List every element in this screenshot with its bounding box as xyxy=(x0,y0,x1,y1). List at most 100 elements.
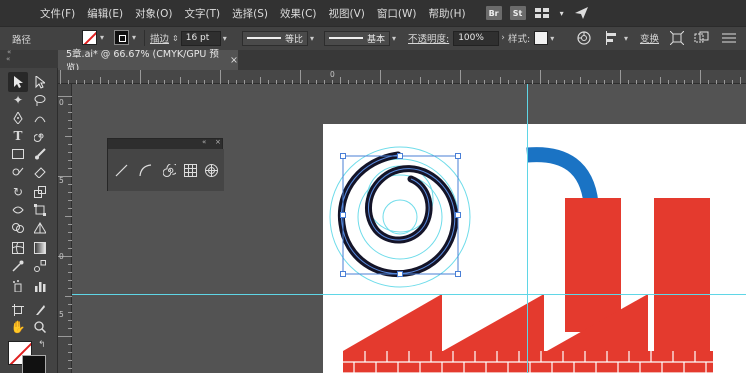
chevron-down-icon[interactable]: ▾ xyxy=(392,34,396,43)
tearoff-toolbar-panel[interactable]: « × xyxy=(107,138,224,191)
selection-handle[interactable] xyxy=(340,271,346,277)
recolor-button[interactable] xyxy=(577,26,591,50)
ruler-number: 0 xyxy=(59,252,64,261)
vertical-ruler[interactable]: 0 5 0 5 xyxy=(58,84,72,373)
blend-tool-icon[interactable] xyxy=(30,256,50,276)
menu-effect[interactable]: 效果(C) xyxy=(274,6,323,21)
stroke-dropdown-icon[interactable]: ▾ xyxy=(132,33,136,42)
direct-selection-tool-icon[interactable] xyxy=(30,72,50,92)
magic-wand-tool-icon[interactable]: ✦ xyxy=(8,90,28,110)
arc-tool-icon[interactable] xyxy=(138,163,152,177)
symbol-sprayer-tool-icon[interactable] xyxy=(8,276,28,296)
type-tool-icon[interactable]: T xyxy=(8,126,28,146)
variable-width-profile[interactable]: 等比 ▾ xyxy=(242,26,314,50)
graphic-style-swatch[interactable] xyxy=(534,31,549,45)
swap-colors-icon[interactable]: ↰ xyxy=(38,340,46,350)
paintbrush-tool-icon[interactable] xyxy=(30,144,50,164)
selection-handle[interactable] xyxy=(340,153,346,159)
selection-tool-icon[interactable] xyxy=(8,72,28,92)
chevron-down-icon[interactable]: ▾ xyxy=(558,7,566,19)
shaper-tool-icon[interactable] xyxy=(8,162,28,182)
collapse-icon[interactable]: « xyxy=(6,55,10,63)
rectangle-tool-icon[interactable] xyxy=(8,144,28,164)
menu-file[interactable]: 文件(F) xyxy=(34,6,81,21)
menu-button[interactable] xyxy=(722,26,736,50)
document-tab[interactable]: 5章.ai* @ 66.67% (CMYK/GPU 预览) × xyxy=(58,49,238,74)
chevron-down-icon[interactable]: ▾ xyxy=(310,34,314,43)
stroke-color-swatch[interactable] xyxy=(22,355,46,373)
stroke-label[interactable]: 描边 xyxy=(150,31,169,45)
profile-label: 等比 xyxy=(284,34,303,45)
stock-button[interactable]: St xyxy=(509,6,526,20)
menu-help[interactable]: 帮助(H) xyxy=(423,6,472,21)
gradient-tool-icon[interactable] xyxy=(30,238,50,258)
eraser-tool-icon[interactable] xyxy=(30,162,50,182)
selection-handle[interactable] xyxy=(397,153,403,159)
selection-handle[interactable] xyxy=(455,153,461,159)
lasso-tool-icon[interactable] xyxy=(30,90,50,110)
polar-grid-tool-icon[interactable] xyxy=(204,163,218,177)
panel-header[interactable]: « × xyxy=(108,138,222,149)
document-tab-bar: 5章.ai* @ 66.67% (CMYK/GPU 预览) × xyxy=(58,49,746,74)
hand-tool-icon[interactable]: ✋ xyxy=(8,317,28,337)
selection-handle[interactable] xyxy=(340,212,346,218)
transform-button[interactable]: 变换 xyxy=(640,26,659,50)
fill-dropdown-icon[interactable]: ▾ xyxy=(100,33,104,42)
selection-handle[interactable] xyxy=(455,271,461,277)
menu-select[interactable]: 选择(S) xyxy=(226,6,274,21)
style-label: 样式: xyxy=(508,34,531,45)
zoom-tool-icon[interactable] xyxy=(30,317,50,337)
panel-menu-icon xyxy=(722,33,736,43)
stepper-icon[interactable]: ⇕ xyxy=(172,34,179,43)
align-button[interactable]: ▾ xyxy=(606,26,628,50)
stroke-swatch[interactable] xyxy=(114,30,129,45)
close-icon[interactable]: × xyxy=(215,138,221,146)
scale-tool-icon[interactable] xyxy=(30,182,50,202)
opacity-label[interactable]: 不透明度: xyxy=(408,31,449,45)
close-icon[interactable]: × xyxy=(230,55,238,66)
opacity-field[interactable]: 100% xyxy=(453,30,500,46)
horizontal-ruler[interactable]: 0 xyxy=(58,70,746,84)
brush-definition[interactable]: 基本 ▾ xyxy=(324,26,396,50)
line-segment-tool-icon[interactable] xyxy=(114,163,128,177)
shape-builder-button[interactable] xyxy=(694,26,710,50)
mesh-tool-icon[interactable] xyxy=(8,238,28,258)
spiral-tool-icon[interactable] xyxy=(30,126,50,146)
width-tool-icon[interactable] xyxy=(8,200,28,220)
selection-handle[interactable] xyxy=(397,271,403,277)
isolate-button[interactable] xyxy=(670,26,684,50)
chevron-right-icon[interactable]: › xyxy=(501,33,505,43)
shape-builder-tool-icon[interactable] xyxy=(8,218,28,238)
rectangular-grid-tool-icon[interactable] xyxy=(183,163,197,177)
profile-preview: 等比 xyxy=(242,30,308,46)
spiral-tool-icon[interactable] xyxy=(162,163,176,177)
collapse-icon[interactable]: « xyxy=(202,138,206,146)
menu-view[interactable]: 视图(V) xyxy=(323,6,371,21)
send-icon[interactable] xyxy=(574,7,590,19)
style-group: 样式: ▾ xyxy=(508,26,554,50)
chevron-down-icon[interactable]: ▾ xyxy=(550,34,554,43)
divider xyxy=(144,30,145,46)
menu-window[interactable]: 窗口(W) xyxy=(371,6,423,21)
pen-tool-icon[interactable] xyxy=(8,108,28,128)
workspace-grid-icon[interactable] xyxy=(534,7,550,19)
bridge-button[interactable]: Br xyxy=(485,6,502,20)
free-transform-tool-icon[interactable] xyxy=(30,200,50,220)
app-badges: Br St ▾ xyxy=(485,6,590,20)
selection-handle[interactable] xyxy=(455,212,461,218)
ruler-number: 5 xyxy=(59,176,64,185)
canvas[interactable]: « × xyxy=(72,84,746,373)
stroke-weight-field[interactable]: 16 pt xyxy=(180,30,221,46)
curvature-tool-icon[interactable] xyxy=(30,108,50,128)
toolbar-handle[interactable]: « xyxy=(0,55,58,68)
menu-type[interactable]: 文字(T) xyxy=(179,6,227,21)
perspective-grid-tool-icon[interactable] xyxy=(30,218,50,238)
fill-swatch[interactable] xyxy=(82,30,97,45)
menu-edit[interactable]: 编辑(E) xyxy=(81,6,129,21)
menu-object[interactable]: 对象(O) xyxy=(129,6,178,21)
rotate-tool-icon[interactable]: ↻ xyxy=(8,182,28,202)
chevron-down-icon[interactable]: ▾ xyxy=(223,34,227,43)
isolate-icon xyxy=(670,31,684,45)
column-graph-tool-icon[interactable] xyxy=(30,276,50,296)
eyedropper-tool-icon[interactable] xyxy=(8,256,28,276)
